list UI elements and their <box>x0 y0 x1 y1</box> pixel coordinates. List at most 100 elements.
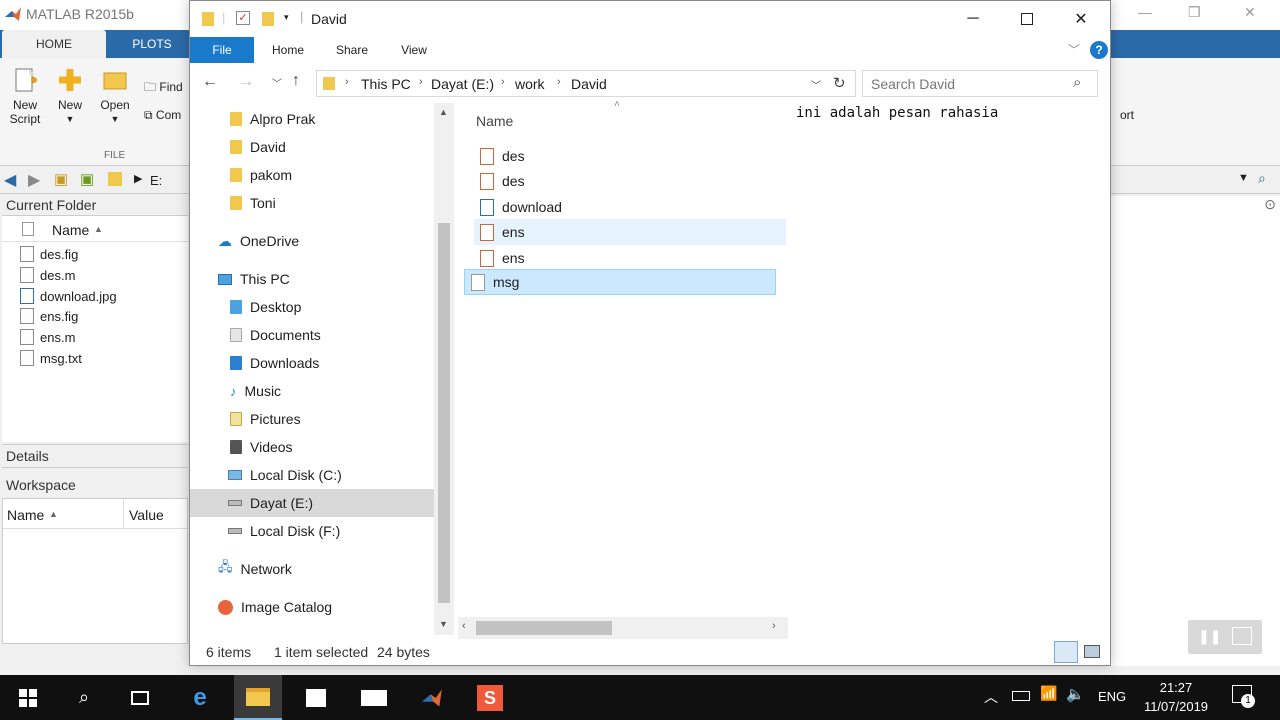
back-arrow-icon[interactable]: ◀ <box>4 170 16 190</box>
file-row[interactable]: download <box>474 194 786 220</box>
volume-icon[interactable]: 🔈 <box>1066 685 1085 703</box>
nav-item-this-pc[interactable]: This PC <box>190 265 434 293</box>
nav-item-toni[interactable]: Toni <box>190 189 434 217</box>
matlab-path-text[interactable]: E: <box>150 173 162 188</box>
wifi-icon[interactable]: 📶 <box>1040 685 1057 702</box>
quick-access-dropdown-icon[interactable]: ▾ <box>284 12 289 23</box>
list-item[interactable]: des.m <box>20 265 75 285</box>
nav-scrollbar[interactable]: ▲ ▼ <box>434 103 454 635</box>
matlab-restore-icon[interactable]: ❐ <box>1188 4 1201 21</box>
nav-item-local-disk-c[interactable]: Local Disk (C:) <box>190 461 434 489</box>
video-overlay-control[interactable]: ❚❚ <box>1188 620 1262 654</box>
file-explorer-button[interactable] <box>234 675 282 720</box>
matlab-minimize-icon[interactable]: — <box>1138 4 1152 20</box>
column-header-name[interactable]: Name <box>474 109 786 131</box>
matlab-close-icon[interactable]: ✕ <box>1244 4 1256 21</box>
mail-button[interactable] <box>350 675 398 720</box>
help-icon[interactable]: ? <box>1090 41 1108 59</box>
large-icons-view-icon[interactable] <box>1084 645 1100 658</box>
open-button[interactable]: Open ▼ <box>93 66 137 126</box>
details-header[interactable]: Details <box>2 444 188 468</box>
current-folder-column-header[interactable]: Name ▲ <box>2 216 188 242</box>
panel-menu-icon[interactable]: ⊙ <box>1264 196 1276 213</box>
nav-item-image-catalog[interactable]: Image Catalog <box>190 593 434 621</box>
expand-ribbon-icon[interactable]: ﹀ <box>1068 41 1080 58</box>
nav-item-alpro-prak[interactable]: Alpro Prak <box>190 105 434 133</box>
tab-home[interactable]: Home <box>260 37 316 63</box>
file-row[interactable]: des <box>474 143 786 169</box>
scroll-right-icon[interactable]: › <box>772 620 776 632</box>
refresh-icon[interactable]: ↻ <box>833 74 846 92</box>
tab-file[interactable]: File <box>190 37 254 63</box>
compare-button[interactable]: ⧉ Com <box>144 108 181 123</box>
matlab-tab-home[interactable]: HOME <box>2 30 106 58</box>
battery-icon[interactable] <box>1012 691 1030 701</box>
maximize-button[interactable] <box>1004 1 1050 37</box>
start-button[interactable] <box>4 675 52 720</box>
tab-view[interactable]: View <box>386 37 442 63</box>
forward-icon[interactable]: → <box>238 73 254 91</box>
file-list-hscrollbar[interactable]: ‹ › <box>458 617 788 639</box>
scroll-left-icon[interactable]: ‹ <box>462 620 466 632</box>
store-button[interactable] <box>292 675 340 720</box>
properties-icon[interactable]: ✓ <box>236 11 250 25</box>
ws-name-column[interactable]: Name <box>7 507 44 523</box>
path-dropdown-icon[interactable]: ▼ <box>1238 172 1249 184</box>
search-icon[interactable]: ⌕ <box>1258 170 1266 187</box>
up-folder-icon[interactable]: ▣ <box>54 170 68 188</box>
sublime-button[interactable]: S <box>466 675 514 720</box>
file-row[interactable]: ens <box>474 245 786 271</box>
new-button[interactable]: New ▼ <box>48 66 92 126</box>
nav-item-pictures[interactable]: Pictures <box>190 405 434 433</box>
list-item[interactable]: ens.m <box>20 327 75 347</box>
find-files-button[interactable]: 🗀 Find <box>144 78 183 99</box>
new-script-button[interactable]: New Script <box>3 66 47 126</box>
breadcrumb-work[interactable]: work <box>515 76 545 92</box>
search-button[interactable]: ⌕ <box>60 675 108 720</box>
matlab-taskbar-button[interactable] <box>408 675 456 720</box>
nav-item-onedrive[interactable]: ☁ OneDrive <box>190 227 434 255</box>
back-icon[interactable]: ← <box>202 73 218 91</box>
clock[interactable]: 21:27 11/07/2019 <box>1132 678 1220 716</box>
nav-item-david[interactable]: David <box>190 133 434 161</box>
pause-icon[interactable]: ❚❚ <box>1198 628 1221 645</box>
nav-item-desktop[interactable]: Desktop <box>190 293 434 321</box>
nav-item-local-disk-f[interactable]: Local Disk (F:) <box>190 517 434 545</box>
search-icon[interactable]: ⌕ <box>1073 74 1081 91</box>
nav-item-music[interactable]: ♪ Music <box>190 377 434 405</box>
recent-locations-icon[interactable]: ﹀ <box>272 75 282 90</box>
breadcrumb-david[interactable]: David <box>571 76 607 92</box>
browse-folder-icon[interactable]: ▣ <box>80 170 94 188</box>
list-item[interactable]: msg.txt <box>20 348 82 368</box>
scrollbar-thumb[interactable] <box>438 223 450 603</box>
scroll-down-icon[interactable]: ▼ <box>439 619 448 629</box>
nav-item-documents[interactable]: Documents <box>190 321 434 349</box>
up-icon[interactable]: ↑ <box>292 72 300 90</box>
file-row[interactable]: des <box>474 168 786 194</box>
ws-value-column[interactable]: Value <box>129 507 164 523</box>
breadcrumb-dayat[interactable]: Dayat (E:) <box>431 76 494 92</box>
list-item[interactable]: des.fig <box>20 244 78 264</box>
file-row-selected[interactable]: msg <box>464 269 776 295</box>
address-dropdown-icon[interactable]: ﹀ <box>811 77 821 92</box>
new-folder-icon[interactable] <box>262 12 274 26</box>
language-indicator[interactable]: ENG <box>1098 689 1126 704</box>
scroll-up-icon[interactable]: ▲ <box>439 107 448 117</box>
breadcrumb-this-pc[interactable]: This PC <box>361 76 411 92</box>
search-box[interactable]: Search David ⌕ <box>862 70 1098 97</box>
file-row[interactable]: ens <box>474 219 786 245</box>
nav-item-downloads[interactable]: Downloads <box>190 349 434 377</box>
show-hidden-icons[interactable]: ︿ <box>984 687 998 707</box>
details-view-icon[interactable] <box>1054 641 1078 663</box>
matlab-tab-plots[interactable]: PLOTS <box>112 30 192 58</box>
nav-item-videos[interactable]: Videos <box>190 433 434 461</box>
address-bar[interactable]: › This PC › Dayat (E:) › work › David ﹀ … <box>316 70 856 97</box>
nav-item-pakom[interactable]: pakom <box>190 161 434 189</box>
list-item[interactable]: ens.fig <box>20 306 78 326</box>
edge-button[interactable]: e <box>176 675 224 720</box>
tab-share[interactable]: Share <box>324 37 380 63</box>
list-item[interactable]: download.jpg <box>20 286 117 306</box>
action-center-button[interactable]: 1 <box>1232 685 1255 708</box>
picture-icon[interactable] <box>1232 627 1252 645</box>
scrollbar-thumb[interactable] <box>476 621 612 635</box>
